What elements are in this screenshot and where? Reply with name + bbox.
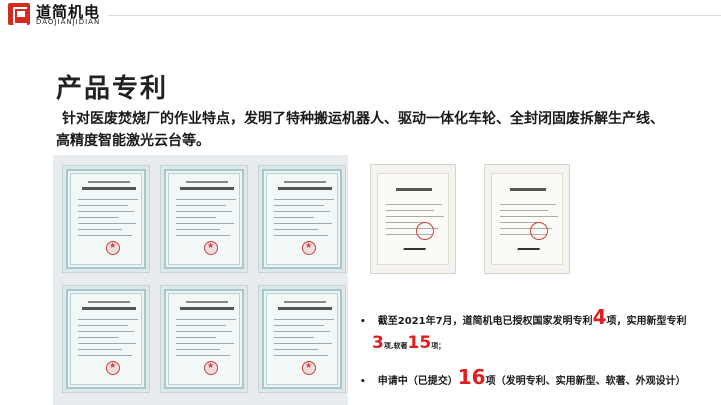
bullet-marker: •: [360, 317, 366, 327]
software-label: 软著: [393, 342, 408, 350]
granted-middle: 项，实用新型专利: [606, 316, 687, 327]
software-certificate-image: [258, 165, 346, 273]
software-certificate-image: [62, 285, 150, 393]
page-title: 产品专利: [56, 74, 169, 104]
header-divider: [108, 15, 721, 16]
header: 道简机电 DAOJIANJIDIAN: [0, 0, 721, 30]
granted-prefix: 截至2021年7月，道简机电已授权国家发明专利: [377, 316, 593, 327]
pending-count: 16: [457, 365, 486, 389]
software-certificate-image: [160, 165, 248, 273]
software-certificate-image: [62, 165, 150, 273]
utility-unit: 项,: [383, 342, 394, 350]
brand-logo-icon: [8, 3, 30, 25]
utility-patent-count: 3: [372, 333, 384, 353]
brand-pinyin: DAOJIANJIDIAN: [36, 18, 101, 26]
granted-end: 项；: [431, 342, 446, 350]
software-certificate-image: [160, 285, 248, 393]
bullet-granted-patents-cont: 3项,软著15项；: [372, 333, 445, 353]
intro-text: 针对医废焚烧厂的作业特点，发明了特种搬运机器人、驱动一体化车轮、全封闭固废拆解生…: [56, 111, 664, 149]
design-patent-certificate-image: [370, 164, 456, 274]
pending-suffix: 项（发明专利、实用新型、软著、外观设计）: [485, 376, 686, 387]
utility-patent-certificate-image: [484, 164, 570, 274]
bullet-granted-patents: • 截至2021年7月，道简机电已授权国家发明专利4项，实用新型专利: [360, 305, 686, 329]
bullet-marker: •: [360, 377, 366, 387]
invention-patent-count: 4: [592, 305, 607, 329]
software-certificate-image: [258, 285, 346, 393]
bullet-pending-applications: • 申请中（已提交）16项（发明专利、实用新型、软著、外观设计）: [360, 365, 686, 389]
pending-prefix: 申请中（已提交）: [377, 376, 458, 387]
software-copyright-count: 15: [407, 333, 432, 353]
